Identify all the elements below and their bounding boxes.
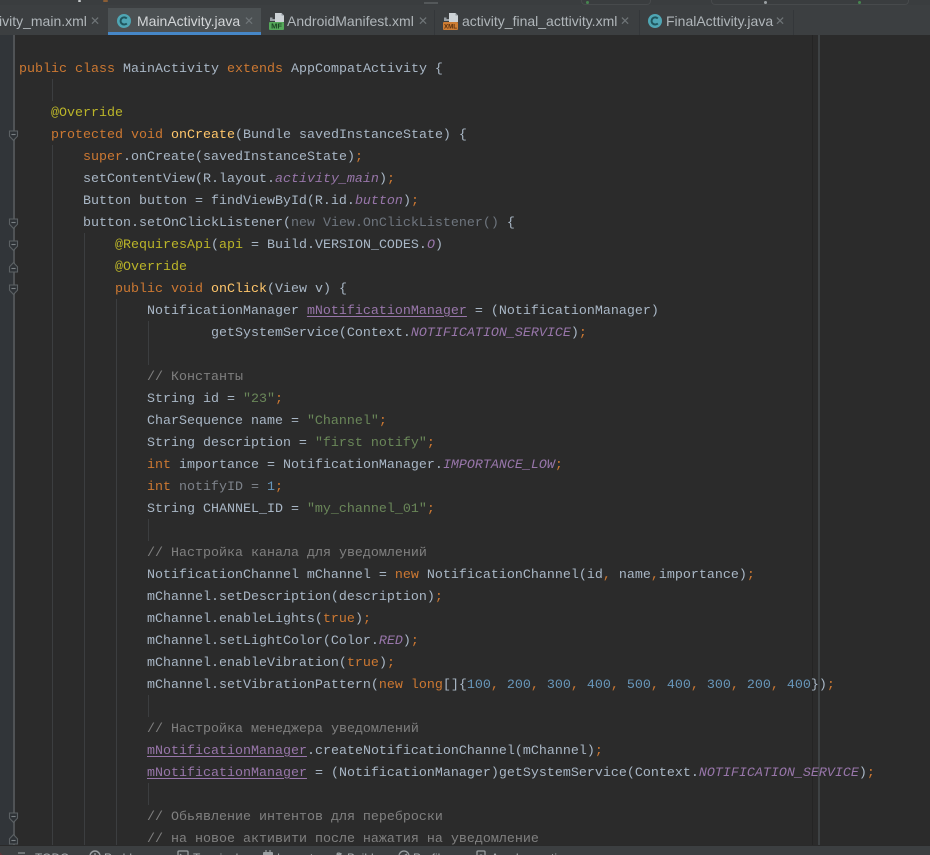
- svg-text:MF: MF: [271, 22, 282, 31]
- svg-text:XML: XML: [444, 23, 457, 30]
